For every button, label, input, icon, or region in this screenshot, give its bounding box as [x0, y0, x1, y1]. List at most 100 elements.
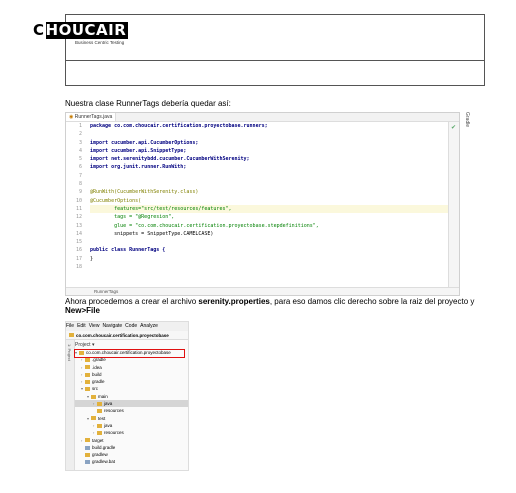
tree-item-label: main [98, 393, 108, 399]
code-line[interactable]: 18 [76, 263, 455, 271]
menu-item-analyze[interactable]: Analyze [140, 323, 158, 329]
tree-item-label: resources [104, 430, 124, 436]
line-number: 13 [75, 222, 82, 229]
code-line[interactable]: 1 package co.com.choucair.certification.p… [79, 122, 455, 130]
line-number: 12 [75, 214, 82, 221]
line-number: 18 [75, 264, 82, 271]
line-number: 7 [78, 172, 82, 179]
folder-icon [97, 423, 102, 428]
code-text: import org.junit.runner.RunWith; [90, 164, 187, 171]
line-number: 2 [78, 131, 82, 138]
line-number: 1 [78, 123, 82, 129]
tree-item[interactable]: build.gradle [75, 444, 188, 451]
tree-item-label: gradlew [92, 452, 108, 458]
menu-item-code[interactable]: Code [125, 323, 137, 329]
menu-item-view[interactable]: View [89, 323, 100, 329]
line-number: 8 [78, 181, 82, 188]
tree-item[interactable]: ▾ src [75, 385, 188, 392]
code-line[interactable]: 7 [79, 172, 455, 180]
project-side-tab[interactable]: 1: Project [66, 340, 75, 470]
code-editor-screenshot: ◉ RunnerTags.java 1 package co.com.chouca… [65, 112, 460, 296]
check-icon: ✔ [451, 125, 457, 131]
code-text: tags = "@Regresion", [90, 214, 175, 221]
editor-tab[interactable]: ◉ RunnerTags.java [66, 113, 117, 121]
line-number: 4 [78, 147, 82, 154]
code-text: package co.com.choucair.certification.pr… [90, 123, 268, 129]
code-line[interactable]: 4 import cucumber.api.SnippetType; [79, 147, 455, 155]
code-line[interactable]: 17} [76, 255, 455, 263]
tree-item-label: test [98, 415, 106, 421]
line-number: 10 [75, 197, 82, 204]
code-line[interactable]: 3 import cucumber.api.CucumberOptions; [79, 139, 455, 147]
folder-icon [69, 333, 74, 337]
folder-icon [85, 452, 90, 457]
code-text: @RunWith(CucumberWithSerenity.class) [90, 189, 199, 196]
line-number: 15 [75, 239, 82, 246]
file-icon [85, 445, 90, 450]
code-text: import cucumber.api.SnippetType; [90, 147, 187, 154]
code-line[interactable]: 11 features="src/test/resources/features… [76, 204, 455, 214]
folder-icon [85, 387, 90, 392]
code-line[interactable]: 12 tags = "@Regresion", [76, 213, 455, 221]
folder-icon [85, 365, 90, 370]
folder-icon [97, 401, 102, 406]
tree-item[interactable]: › gradle [75, 378, 188, 385]
menu-item-file[interactable]: File [66, 323, 74, 329]
tree-item-label: .gradle [92, 357, 106, 363]
line-number: 14 [75, 230, 82, 237]
tree-item[interactable]: gradlew.bat [75, 458, 188, 465]
project-window-screenshot: File Edit View Navigate Code Analyze co.com.c… [65, 321, 189, 471]
tree-item-label: gradlew.bat [92, 459, 116, 465]
tree-item-label: gradle [92, 379, 105, 385]
code-line[interactable]: 2 [79, 130, 455, 138]
tree-item[interactable]: › build [75, 371, 188, 378]
menu-item-navigate[interactable]: Navigate [102, 323, 122, 329]
tree-item[interactable]: resources [75, 407, 188, 414]
tree-item-label: src [92, 386, 98, 392]
tree-item-label: .idea [92, 364, 102, 370]
menu-item-edit[interactable]: Edit [77, 323, 86, 329]
line-number: 3 [78, 139, 82, 146]
folder-icon [91, 416, 96, 421]
tree-item[interactable]: › .idea [75, 364, 188, 371]
editor-status-bar: RunnerTags [66, 287, 459, 295]
code-line[interactable]: 15 [76, 238, 455, 246]
tree-item[interactable]: › java [75, 400, 188, 408]
code-line[interactable]: 13 glue = "co.com.choucair.certification… [76, 222, 455, 230]
code-line[interactable]: 10 @CucumberOptions( [76, 197, 455, 205]
code-line[interactable]: 9 @RunWith(CucumberWithSerenity.class) [79, 188, 455, 196]
code-text: snippets = SnippetType.CAMELCASE) [90, 230, 214, 237]
tree-item-label: build [92, 371, 102, 377]
tree-item[interactable]: › resources [75, 429, 188, 436]
folder-icon [85, 380, 90, 384]
tree-item-label: resources [104, 408, 124, 414]
project-header[interactable]: Project ▾ [75, 341, 188, 349]
code-line[interactable]: 6 import org.junit.runner.RunWith; [79, 163, 455, 171]
code-area[interactable]: 1 package co.com.choucair.certification.p… [76, 122, 455, 271]
java-class-icon: ◉ [69, 114, 74, 120]
project-tree: ▾ co.com.choucair.certification.proyectob… [75, 349, 188, 466]
tree-item-label: java [104, 401, 113, 407]
line-number: 16 [75, 247, 82, 254]
tree-item[interactable]: ▾ main [75, 393, 188, 400]
line-number: 9 [78, 189, 82, 196]
folder-icon [97, 431, 102, 436]
tree-item[interactable]: ▾ test [75, 415, 188, 422]
code-text: glue = "co.com.choucair.certification.pr… [90, 222, 319, 229]
tree-item[interactable]: › java [75, 422, 188, 429]
code-line[interactable]: 16 public class RunnerTags { [76, 246, 455, 254]
gradle-side-tab[interactable]: Gradle [464, 112, 476, 172]
line-number: 5 [78, 156, 82, 163]
code-line[interactable]: 14 snippets = SnippetType.CAMELCASE) [76, 230, 455, 238]
tree-item[interactable]: › target [75, 437, 188, 444]
tree-item[interactable]: gradlew [75, 451, 188, 458]
folder-icon [91, 394, 96, 399]
file-icon [85, 460, 90, 465]
code-line[interactable]: 8 [79, 180, 455, 188]
instruction-paragraph: Ahora procedemos a crear el archivo sere… [65, 297, 475, 315]
line-number: 17 [75, 255, 82, 262]
tree-item-label: java [104, 422, 113, 428]
code-line[interactable]: 5 import net.serenitybdd.cucumber.Cucumbe… [79, 155, 455, 163]
breadcrumb[interactable]: co.com.choucair.certification.proyectoba… [66, 331, 188, 340]
tree-item-label: build.gradle [92, 444, 116, 450]
